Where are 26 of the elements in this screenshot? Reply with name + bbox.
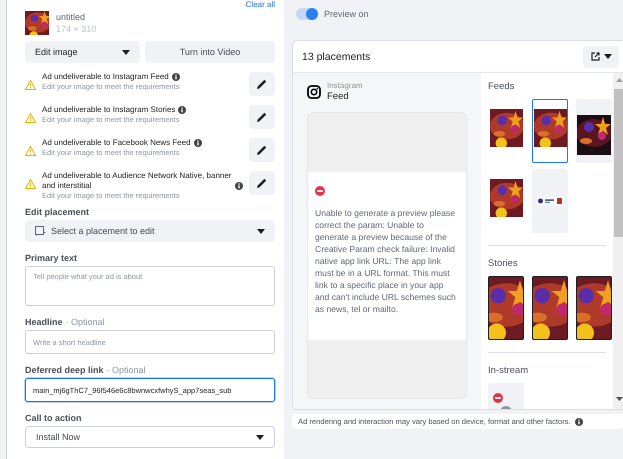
- field-label: Primary text: [25, 253, 78, 263]
- turn-into-video-button[interactable]: Turn into Video: [145, 41, 275, 63]
- warning-title: Ad undeliverable to Facebook News Feed: [42, 138, 191, 148]
- dropdown[interactable]: Install Now: [25, 426, 275, 448]
- placement-dropdown[interactable]: Select a placement to edit: [25, 220, 275, 242]
- optional-label: · Optional: [66, 317, 105, 327]
- section-title: In-stream: [488, 365, 530, 376]
- media-size: 174 × 310: [56, 24, 96, 34]
- error-message: Unable to generate a preview please correct the param: Unable to generate a preview because of the Creative Param check failure: Invalid native app link URL: The app link must be in a URL format. This must link to a specific place in your app and can't include URL schemes such as news, tel or mailto.: [315, 206, 457, 314]
- field-label: Call to action: [25, 413, 82, 423]
- media-name: untitled: [56, 12, 86, 22]
- edit-image-dropdown[interactable]: Edit image: [25, 41, 140, 63]
- placement-name: Feed: [327, 91, 350, 102]
- edit-placement-label: Edit placement: [25, 207, 90, 217]
- warning-title: Ad undeliverable to Instagram Stories: [42, 105, 176, 115]
- platform-name: Instagram: [327, 81, 363, 90]
- optional-label: · Optional: [106, 365, 146, 375]
- toggle-label: Preview on: [324, 9, 369, 19]
- placements-count: 13 placements: [302, 50, 370, 62]
- warning-title: Ad undeliverable to Instagram Feed: [42, 72, 169, 82]
- field-label: Deferred deep link: [25, 365, 104, 375]
- warning-title: Ad undeliverable to Audience Network Native, banner and interstitial: [42, 171, 232, 191]
- clear-all-link[interactable]: Clear all: [246, 0, 275, 9]
- section-title: Stories: [488, 258, 519, 269]
- section-title: Feeds: [488, 81, 516, 92]
- field-label: Headline: [25, 317, 63, 327]
